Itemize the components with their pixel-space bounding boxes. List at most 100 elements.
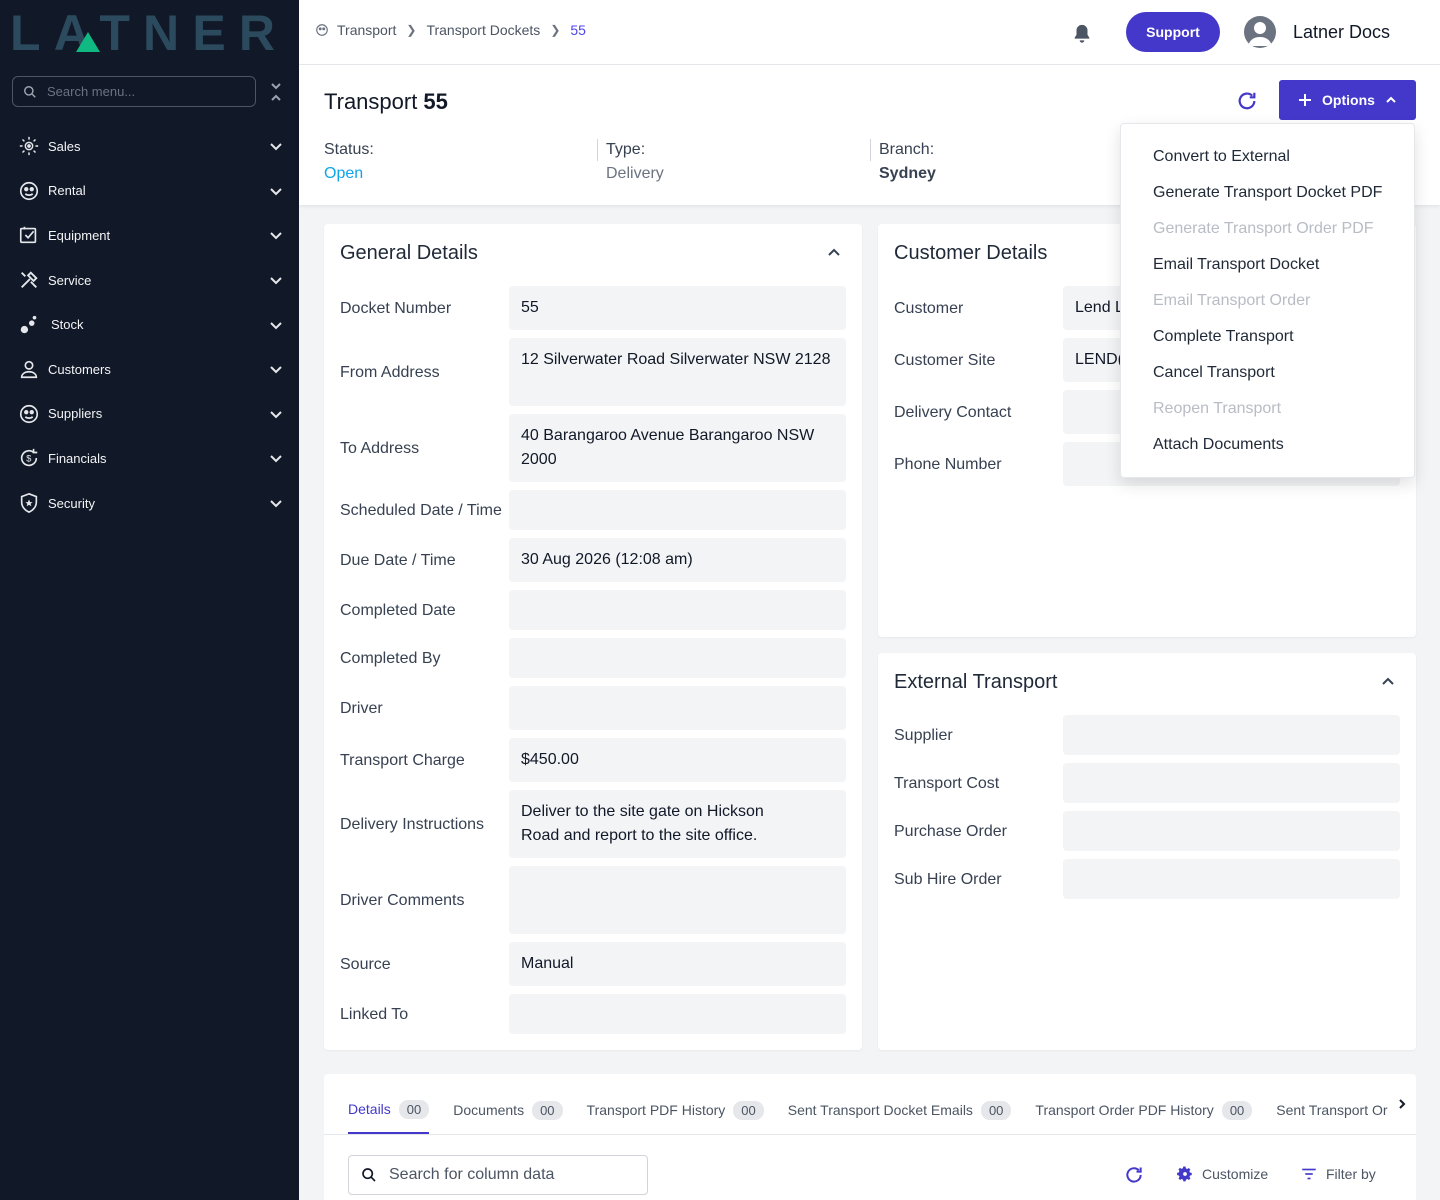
driver-field[interactable] <box>509 686 846 730</box>
support-button[interactable]: Support <box>1126 12 1220 52</box>
transport-charge-field[interactable]: $450.00 <box>509 738 846 782</box>
count-badge: 00 <box>980 1100 1012 1120</box>
sub-hire-order-field[interactable] <box>1063 859 1400 899</box>
tab-label: Transport Order PDF History <box>1035 1102 1214 1118</box>
avatar[interactable] <box>1244 16 1276 48</box>
collapse-sidebar-icon[interactable] <box>268 80 284 104</box>
page-title: Transport 55 <box>324 89 448 115</box>
source-field[interactable]: Manual <box>509 942 846 986</box>
completed-by-field[interactable] <box>509 638 846 678</box>
latner-logo[interactable]: LATNER <box>10 10 280 54</box>
sidebar-item-label: Financials <box>48 450 107 466</box>
menu-item-attach-documents[interactable]: Attach Documents <box>1121 427 1414 463</box>
menu-item-email-docket[interactable]: Email Transport Docket <box>1121 247 1414 283</box>
sidebar-item-sales[interactable]: Sales <box>0 124 299 169</box>
bell-icon[interactable] <box>1071 22 1093 46</box>
sidebar-item-security[interactable]: Security <box>0 481 299 526</box>
field-label: Due Date / Time <box>340 552 456 569</box>
to-address-field[interactable]: 40 Barangaroo Avenue Barangaroo NSW 2000 <box>509 414 846 482</box>
chevron-down-icon <box>270 366 282 374</box>
sidebar: LATNER Sales Rental Equipment Service <box>0 0 299 1200</box>
external-transport-title: External Transport <box>894 671 1058 693</box>
count-badge: 00 <box>733 1100 764 1120</box>
suppliers-icon <box>18 403 40 425</box>
tab-label: Sent Transport Docket Emails <box>787 1102 973 1118</box>
breadcrumb-transport-dockets[interactable]: Transport Dockets <box>426 22 540 38</box>
chevron-down-icon <box>270 188 282 196</box>
filter-label: Filter by <box>1326 1166 1376 1182</box>
branch-value: Sydney <box>879 165 936 182</box>
docket-number-field[interactable]: 55 <box>509 286 846 330</box>
customize-button[interactable]: Customize <box>1176 1165 1268 1183</box>
delivery-instructions-field[interactable]: Deliver to the site gate on Hickson Road… <box>509 790 846 858</box>
breadcrumb-current: 55 <box>570 22 586 38</box>
service-icon <box>18 269 40 291</box>
tab-sent-docket-emails[interactable]: Sent Transport Docket Emails 00 <box>788 1086 1012 1134</box>
menu-search-input[interactable] <box>47 84 227 99</box>
menu-item-generate-docket-pdf[interactable]: Generate Transport Docket PDF <box>1121 175 1414 211</box>
refresh-icon[interactable] <box>1124 1165 1144 1185</box>
page-title-label: Transport <box>324 89 418 114</box>
external-transport-card: External Transport Supplier Transport Co… <box>878 653 1416 1050</box>
field-label: Transport Cost <box>894 775 1000 792</box>
completed-date-field[interactable] <box>509 590 846 630</box>
tab-order-pdf-history[interactable]: Transport Order PDF History 00 <box>1035 1086 1253 1134</box>
linked-to-field[interactable] <box>509 994 846 1034</box>
filter-button[interactable]: Filter by <box>1300 1165 1376 1183</box>
tab-details[interactable]: Details 00 <box>348 1086 430 1134</box>
refresh-icon[interactable] <box>1236 90 1258 112</box>
menu-item-complete-transport[interactable]: Complete Transport <box>1121 319 1414 355</box>
tab-scroll-right[interactable] <box>1388 1086 1416 1122</box>
options-dropdown-menu: Convert to External Generate Transport D… <box>1120 123 1415 478</box>
chevron-up-icon[interactable] <box>826 244 842 260</box>
financials-icon: $ <box>18 447 40 469</box>
column-search-box[interactable] <box>348 1155 648 1195</box>
customize-label: Customize <box>1202 1166 1269 1182</box>
purchase-order-field[interactable] <box>1063 811 1400 851</box>
sidebar-item-customers[interactable]: Customers <box>0 347 299 392</box>
sidebar-item-stock[interactable]: Stock <box>0 302 299 347</box>
supplier-field[interactable] <box>1063 715 1400 755</box>
chevron-down-icon <box>270 232 282 240</box>
type-meta: Type: Delivery <box>606 141 664 183</box>
count-badge: 00 <box>398 1099 430 1119</box>
column-search-input[interactable] <box>389 1166 629 1184</box>
tab-bar: Details 00 Documents 00 Transport PDF Hi… <box>348 1086 1416 1134</box>
driver-comments-field[interactable] <box>509 866 846 934</box>
chevron-down-icon <box>270 277 282 285</box>
sidebar-item-label: Sales <box>48 138 81 154</box>
sidebar-item-financials[interactable]: $ Financials <box>0 436 299 481</box>
field-label: Transport Charge <box>340 752 465 769</box>
menu-search-box[interactable] <box>12 76 256 107</box>
transport-cost-field[interactable] <box>1063 763 1400 803</box>
branch-meta: Branch: Sydney <box>879 141 936 183</box>
type-label: Type: <box>606 141 646 158</box>
scheduled-date-field[interactable] <box>509 490 846 530</box>
menu-item-convert-to-external[interactable]: Convert to External <box>1121 139 1414 175</box>
sidebar-item-label: Rental <box>48 183 86 199</box>
field-label: Docket Number <box>340 300 452 317</box>
sidebar-item-label: Service <box>48 272 92 288</box>
chevron-down-icon <box>270 411 282 419</box>
field-label: Supplier <box>894 727 953 744</box>
status-value: Open <box>324 165 364 182</box>
user-icon <box>18 358 40 380</box>
tab-transport-pdf-history[interactable]: Transport PDF History 00 <box>587 1086 764 1134</box>
user-name[interactable]: Latner Docs <box>1293 22 1390 43</box>
from-address-field[interactable]: 12 Silverwater Road Silverwater NSW 2128 <box>509 338 846 406</box>
menu-item-email-order: Email Transport Order <box>1153 292 1311 309</box>
breadcrumb-transport[interactable]: Transport <box>337 22 396 38</box>
menu-item-cancel-transport[interactable]: Cancel Transport <box>1121 355 1414 391</box>
sidebar-item-service[interactable]: Service <box>0 258 299 303</box>
field-label: Source <box>340 956 391 973</box>
sidebar-item-suppliers[interactable]: Suppliers <box>0 392 299 437</box>
chevron-right-icon <box>1399 1099 1406 1109</box>
gear-icon <box>1177 1166 1192 1182</box>
sidebar-item-rental[interactable]: Rental <box>0 169 299 214</box>
tab-documents[interactable]: Documents 00 <box>453 1086 563 1134</box>
sidebar-item-equipment[interactable]: Equipment <box>0 213 299 258</box>
chevron-up-icon[interactable] <box>1380 673 1396 689</box>
due-date-field[interactable]: 30 Aug 2026 (12:08 am) <box>509 538 846 582</box>
breadcrumb: Transport ❯ Transport Dockets ❯ 55 <box>315 22 586 38</box>
options-button[interactable]: Options <box>1279 80 1416 120</box>
